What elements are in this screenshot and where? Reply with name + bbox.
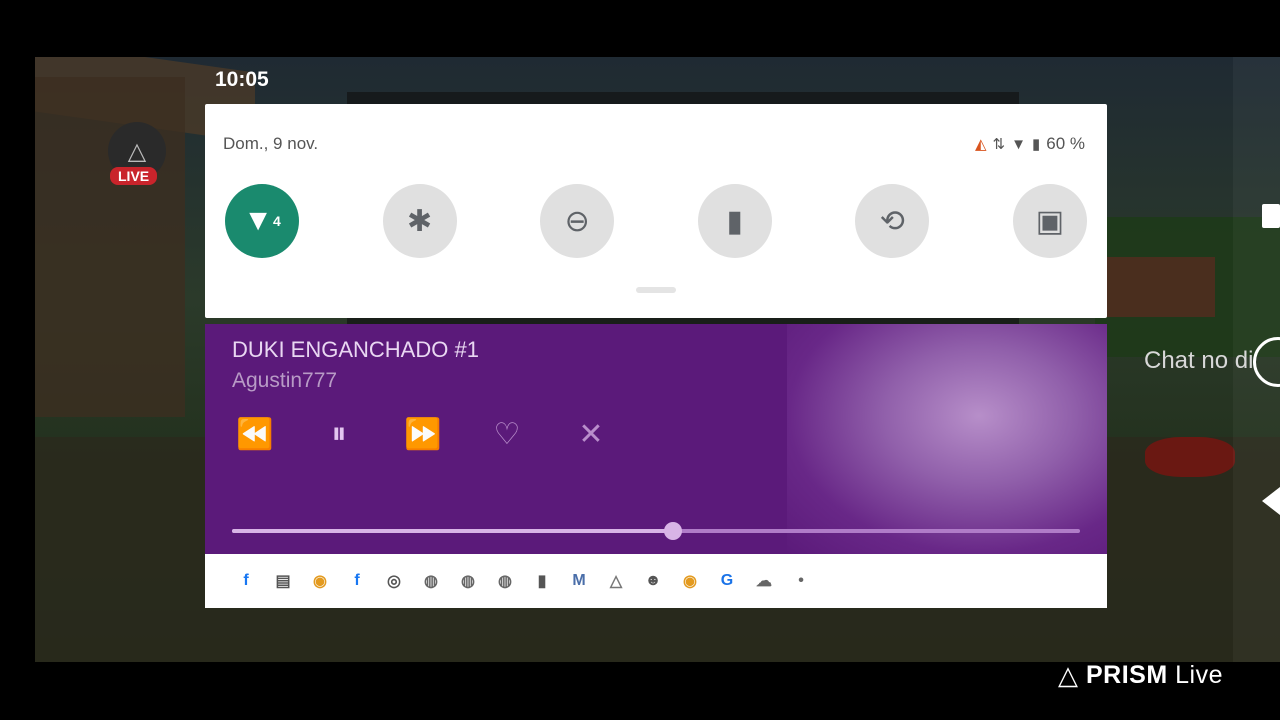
prism-watermark: △ PRISM Live (1058, 660, 1223, 691)
track-artist: Agustin777 (232, 369, 338, 392)
pause-button[interactable]: ⏸ (319, 416, 359, 452)
prism-logo-icon: △ (1058, 660, 1078, 690)
gmail-icon: M (572, 572, 586, 589)
data-arrows-icon: ⇅ (992, 136, 1006, 153)
expand-handle[interactable] (636, 287, 676, 293)
album-art (787, 324, 1107, 554)
back-button[interactable] (1262, 487, 1280, 515)
translate-icon: G (720, 572, 734, 589)
facebook-icon: f (243, 572, 249, 589)
tile-battery-saver[interactable]: ▣ (1012, 184, 1087, 258)
media-controls: ⏪ ⏸ ⏩ ♡ ✕ (235, 416, 611, 452)
battery-icon: ▮ (1031, 136, 1041, 153)
quick-tiles: ▼ 4 ✱ ⊖ ▮ ⟲ ▣ (225, 184, 1087, 258)
wifi-badge: 4 (272, 213, 281, 229)
instagram-icon: ◎ (387, 573, 401, 590)
scene-roof-right (1105, 257, 1215, 317)
discord-bot-icon: ☻ (644, 572, 662, 589)
heart-icon[interactable]: ♡ (487, 416, 527, 452)
tile-do-not-disturb[interactable]: ⊖ (540, 184, 615, 258)
chrome-icon: ◍ (498, 573, 512, 590)
media-app-icon: ◉ (683, 573, 697, 590)
chrome-icon: ◍ (424, 573, 438, 590)
news-app-icon: ▤ (275, 573, 291, 590)
tile-flashlight[interactable]: ▮ (697, 184, 772, 258)
seek-bar-fill (232, 529, 673, 533)
live-badge[interactable]: △ LIVE (108, 122, 168, 185)
media-app-icon: ◉ (313, 573, 327, 590)
prism-icon: △ (609, 573, 623, 590)
date-label[interactable]: Dom., 9 nov. (223, 134, 318, 154)
battery-percent: 60 % (1046, 134, 1085, 153)
status-icons: ◭ ⇅ ▼ ▮ 60 % (975, 134, 1085, 154)
fast-forward-button[interactable]: ⏩ (403, 416, 443, 452)
app-icons-row: f ▤ ◉ f ◎ ◍ ◍ ◍ ▮ M △ ☻ ◉ G ☁ • (234, 569, 813, 593)
cast-icon: ◭ (975, 136, 987, 153)
battery-saver-icon: ▣ (1035, 204, 1065, 238)
rewind-button[interactable]: ⏪ (235, 416, 275, 452)
live-label: LIVE (110, 167, 158, 185)
close-icon[interactable]: ✕ (571, 416, 611, 452)
seek-bar[interactable] (232, 522, 1080, 540)
chrome-icon: ◍ (461, 573, 475, 590)
prism-suffix: Live (1175, 661, 1224, 689)
wifi-icon: ▼ (243, 204, 273, 237)
media-notification[interactable]: DUKI ENGANCHADO #1 Agustin777 ⏪ ⏸ ⏩ ♡ ✕ (205, 324, 1107, 554)
quick-settings-panel: Dom., 9 nov. ◭ ⇅ ▼ ▮ 60 % ▼ 4 ✱ ⊖ ▮ ⟲ ▣ (205, 104, 1107, 318)
track-title: DUKI ENGANCHADO #1 (232, 337, 479, 362)
prism-brand: PRISM (1086, 661, 1168, 689)
tile-wifi[interactable]: ▼ 4 (225, 184, 299, 258)
tile-bluetooth[interactable]: ✱ (382, 184, 457, 258)
more-dot-icon: • (798, 572, 804, 589)
flashlight-icon: ▮ (726, 204, 744, 238)
wifi-signal-icon: ▼ (1011, 135, 1026, 153)
status-clock: 10:05 (215, 68, 269, 91)
tile-auto-rotate[interactable]: ⟲ (855, 184, 930, 258)
bluetooth-icon: ✱ (407, 204, 433, 238)
rotate-icon: ⟲ (879, 204, 905, 238)
chat-notice: Chat no di (1144, 347, 1254, 374)
notification-icons-bar[interactable]: f ▤ ◉ f ◎ ◍ ◍ ◍ ▮ M △ ☻ ◉ G ☁ • (205, 554, 1107, 608)
cloud-icon: ☁ (756, 573, 772, 590)
do-not-disturb-icon: ⊖ (564, 204, 590, 238)
facebook-icon: f (354, 572, 360, 589)
recents-button[interactable] (1262, 204, 1280, 228)
battery-icon: ▮ (537, 573, 547, 590)
scene-flower (1145, 437, 1235, 477)
seek-thumb[interactable] (663, 522, 682, 540)
